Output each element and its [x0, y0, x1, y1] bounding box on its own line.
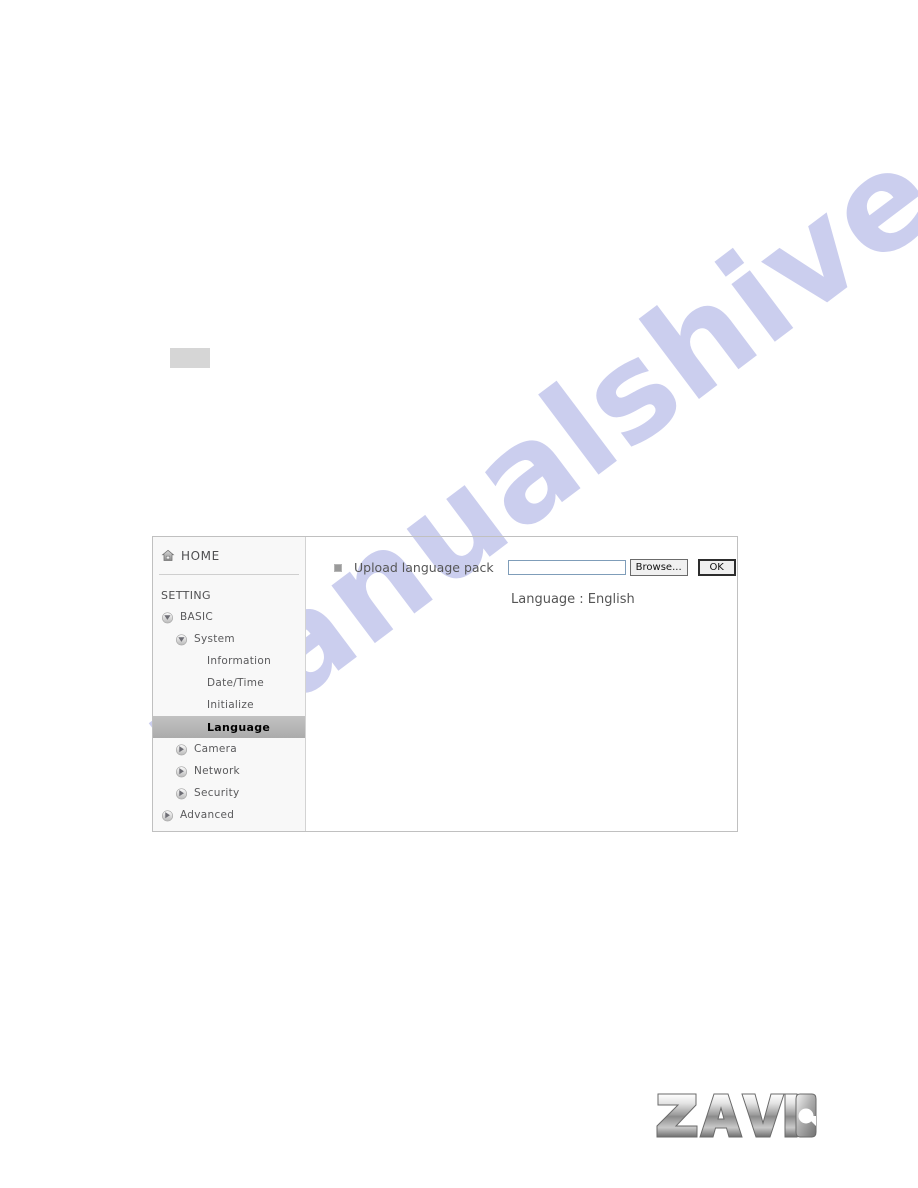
sidebar-item-network[interactable]: Network — [153, 760, 305, 782]
sidebar-item-initialize[interactable]: Initialize — [153, 694, 305, 716]
sidebar-item-security[interactable]: Security — [153, 782, 305, 804]
chevron-down-badge-icon — [175, 633, 188, 646]
sidebar-item-advanced[interactable]: Advanced — [153, 804, 305, 826]
sidebar-item-camera[interactable]: Camera — [153, 738, 305, 760]
zavio-logo — [652, 1080, 817, 1142]
sidebar-item-language[interactable]: Language — [153, 716, 305, 738]
sidebar-item-basic[interactable]: BASIC — [153, 606, 305, 628]
sidebar-item-camera-label: Camera — [194, 743, 238, 755]
upload-language-pack-label: Upload language pack — [354, 560, 494, 575]
ok-button[interactable]: OK — [697, 559, 736, 576]
chevron-right-badge-icon — [175, 787, 188, 800]
sidebar-item-initialize-label: Initialize — [207, 699, 254, 711]
sidebar-item-information-label: Information — [207, 655, 272, 667]
sidebar-item-basic-label: BASIC — [180, 611, 213, 623]
sidebar: HOME SETTING BASIC System Information Da… — [153, 537, 306, 831]
settings-panel: HOME SETTING BASIC System Information Da… — [152, 536, 738, 832]
sidebar-item-system-label: System — [194, 633, 235, 645]
file-path-input[interactable] — [507, 560, 626, 575]
sidebar-item-language-label: Language — [207, 720, 271, 734]
sidebar-item-network-label: Network — [194, 765, 240, 777]
chevron-right-badge-icon — [161, 809, 174, 822]
sidebar-item-home-label: HOME — [181, 548, 220, 563]
sidebar-item-date-time-label: Date/Time — [207, 677, 265, 689]
home-icon — [161, 549, 175, 563]
sidebar-item-system[interactable]: System — [153, 628, 305, 650]
sidebar-item-security-label: Security — [194, 787, 240, 799]
chevron-right-badge-icon — [175, 743, 188, 756]
browse-button[interactable]: Browse... — [629, 559, 688, 576]
language-status-text: Language : English — [511, 592, 635, 607]
grey-placeholder-block — [170, 348, 210, 368]
upload-language-pack-row: Upload language pack Browse... OK — [334, 559, 736, 576]
chevron-right-badge-icon — [175, 765, 188, 778]
sidebar-section-label: SETTING — [161, 589, 211, 602]
sidebar-item-information[interactable]: Information — [153, 650, 305, 672]
sidebar-item-date-time[interactable]: Date/Time — [153, 672, 305, 694]
sidebar-item-home[interactable]: HOME — [153, 537, 305, 574]
square-bullet-icon — [334, 563, 342, 572]
chevron-down-badge-icon — [161, 611, 174, 624]
sidebar-item-advanced-label: Advanced — [180, 809, 235, 821]
content-area: Upload language pack Browse... OK Langua… — [306, 537, 737, 831]
